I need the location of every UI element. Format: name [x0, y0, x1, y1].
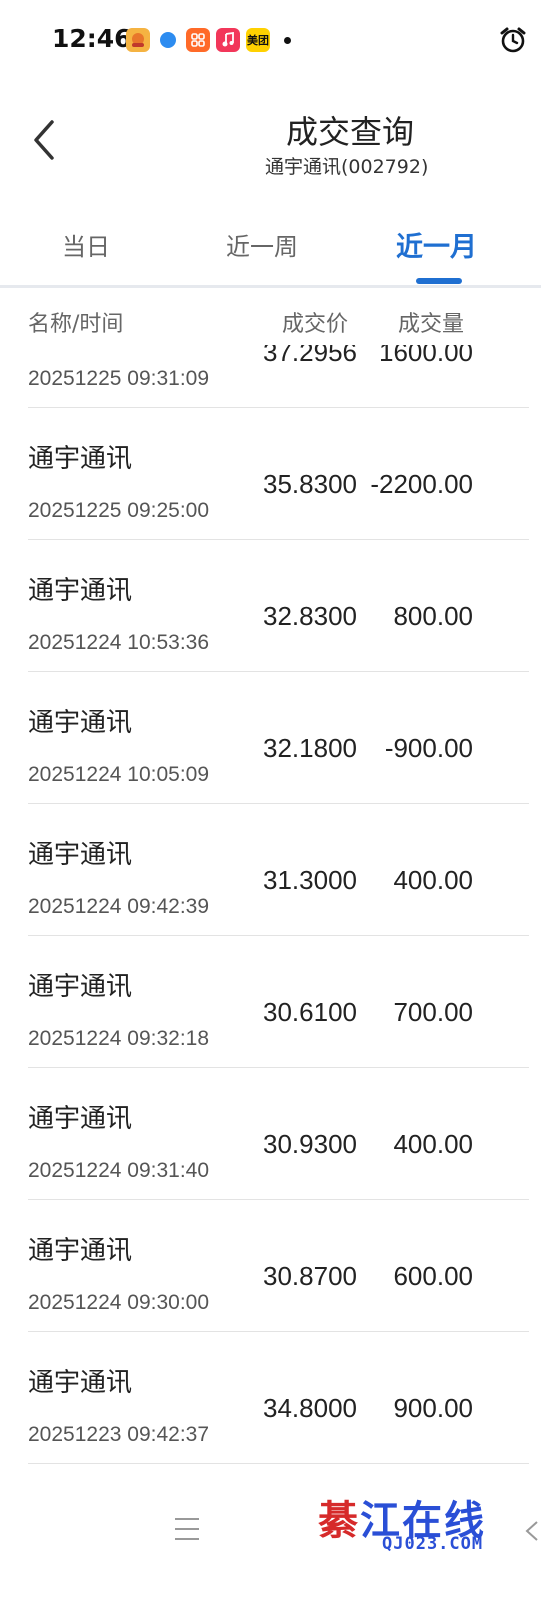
trade-time: 20251224 09:31:40: [28, 1159, 210, 1182]
trade-row[interactable]: 通宇通讯 20251224 09:31:40 30.9300 400.00: [28, 1068, 529, 1200]
trade-name: 通宇通讯: [28, 1368, 133, 1398]
trade-name: 通宇通讯: [28, 708, 133, 738]
trade-time: 20251224 10:05:09: [28, 763, 210, 786]
tab-week[interactable]: 近一周: [226, 227, 298, 262]
page-title: 成交查询: [286, 113, 415, 151]
trade-name: 通宇通讯: [28, 576, 133, 606]
trade-time: 20251223 09:42:37: [28, 1423, 210, 1446]
back-button[interactable]: [28, 116, 60, 164]
trade-list[interactable]: 通宇通讯 20251225 09:31:09 37.2956 1600.00 通宇通讯 2…: [0, 345, 541, 1475]
grid-app-icon: [186, 28, 210, 52]
alarm-clock-icon: [500, 27, 526, 53]
trade-quantity: -2200.00: [370, 469, 473, 499]
trade-price: 35.8300: [263, 469, 357, 499]
trade-price: 31.3000: [263, 865, 357, 895]
trade-row[interactable]: 通宇通讯 20251224 09:42:39 31.3000 400.00: [28, 804, 529, 936]
compass-app-icon: [156, 28, 180, 52]
trade-name: 通宇通讯: [28, 1104, 133, 1134]
notification-dot: [284, 36, 291, 44]
trade-quantity: 1600.00: [379, 345, 473, 367]
trade-quantity: 400.00: [393, 865, 473, 895]
trade-row[interactable]: 通宇通讯 20251224 10:05:09 32.1800 -900.00: [28, 672, 529, 804]
trade-price: 37.2956: [263, 345, 357, 367]
column-header-name-time: 名称/时间: [28, 312, 124, 337]
status-bar: 12:46 美团: [0, 0, 541, 80]
chevron-left-icon: [34, 120, 54, 160]
trade-row[interactable]: 通宇通讯 20251223 09:42:37 34.8000 900.00: [28, 1332, 529, 1464]
game-app-icon: [126, 28, 150, 52]
trade-name: 通宇通讯: [28, 1236, 133, 1266]
trade-name: 通宇通讯: [28, 444, 133, 474]
meituan-app-icon: 美团: [246, 28, 270, 52]
trade-price: 30.6100: [263, 997, 357, 1027]
trade-time: 20251224 09:32:18: [28, 1027, 210, 1050]
trade-price: 32.1800: [263, 733, 357, 763]
trade-row[interactable]: 通宇通讯 20251224 09:32:18 30.6100 700.00: [28, 936, 529, 1068]
menu-lines-icon[interactable]: [173, 1516, 201, 1542]
trade-time: 20251224 09:42:39: [28, 895, 210, 918]
trade-price: 30.9300: [263, 1129, 357, 1159]
tab-month[interactable]: 近一月: [396, 225, 477, 264]
bottom-nav-bar: 綦江在线 QJ023.COM: [0, 1478, 541, 1603]
period-tabs: 当日 近一周 近一月: [0, 205, 541, 288]
column-header-price: 成交价: [282, 312, 349, 337]
tab-today[interactable]: 当日: [62, 227, 110, 262]
watermark-logo: 綦江在线 QJ023.COM: [318, 1488, 486, 1554]
trade-price: 30.8700: [263, 1261, 357, 1291]
trade-row[interactable]: 通宇通讯20251225 09:31:0937.29561600.00: [28, 345, 529, 408]
trade-quantity: 700.00: [393, 997, 473, 1027]
trade-list-content: 通宇通讯 20251225 09:31:09 37.2956 1600.00 通宇通讯 2…: [0, 345, 541, 1464]
nav-back-icon[interactable]: [521, 1516, 541, 1546]
trade-quantity: -900.00: [384, 733, 473, 763]
trade-row[interactable]: 通宇通讯 20251225 09:25:00 35.8300 -2200.00: [28, 408, 529, 540]
trade-name: 通宇通讯: [28, 840, 133, 870]
status-app-icons: 美团: [126, 28, 291, 52]
trade-row[interactable]: 通宇通讯 20251224 09:30:00 30.8700 600.00: [28, 1200, 529, 1332]
trade-quantity: 600.00: [393, 1261, 473, 1291]
trade-quantity: 800.00: [393, 601, 473, 631]
column-header-quantity: 成交量: [398, 312, 465, 337]
trade-quantity: 900.00: [393, 1393, 473, 1423]
trade-time: 20251224 09:30:00: [28, 1291, 210, 1314]
status-time: 12:46: [52, 24, 132, 53]
trade-price: 32.8300: [263, 601, 357, 631]
active-tab-indicator: [416, 278, 462, 284]
trade-quantity: 400.00: [393, 1129, 473, 1159]
trade-row[interactable]: 通宇通讯 20251224 10:53:36 32.8300 800.00: [28, 540, 529, 672]
watermark-sub: QJ023.COM: [382, 1534, 484, 1554]
trade-time: 20251225 09:25:00: [28, 499, 210, 522]
trade-time: 20251224 10:53:36: [28, 631, 210, 654]
music-app-icon: [216, 28, 240, 52]
trade-price: 34.8000: [263, 1393, 357, 1423]
page-subtitle: 通宇通讯(002792): [265, 156, 429, 178]
trade-time: 20251225 09:31:09: [28, 367, 210, 390]
trade-name: 通宇通讯: [28, 972, 133, 1002]
